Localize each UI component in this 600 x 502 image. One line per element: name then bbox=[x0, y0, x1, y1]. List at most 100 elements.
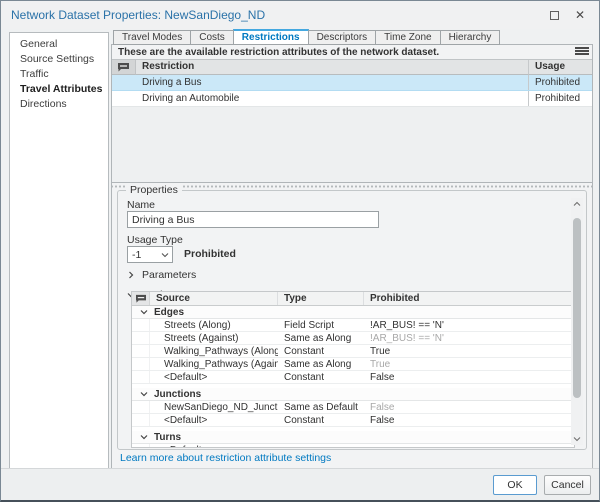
maximize-button[interactable] bbox=[543, 6, 565, 24]
cancel-button[interactable]: Cancel bbox=[544, 475, 591, 495]
evaluator-value: True bbox=[364, 345, 574, 357]
tab-costs[interactable]: Costs bbox=[190, 30, 233, 45]
network-dataset-properties-dialog: Network Dataset Properties: NewSanDiego_… bbox=[0, 0, 600, 502]
evaluator-source: Streets (Against) bbox=[150, 332, 278, 344]
evaluator-row[interactable]: NewSanDiego_ND_Junctions Same as Default… bbox=[132, 401, 574, 414]
evaluator-row[interactable]: Walking_Pathways (Against) Same as Along… bbox=[132, 358, 574, 371]
parameters-expander[interactable]: Parameters bbox=[127, 269, 196, 281]
evaluator-type: Constant bbox=[278, 371, 364, 383]
window-title: Network Dataset Properties: NewSanDiego_… bbox=[11, 8, 265, 22]
tab-time-zone[interactable]: Time Zone bbox=[375, 30, 439, 45]
evaluator-source: Walking_Pathways (Against) bbox=[150, 358, 278, 370]
chevron-down-icon bbox=[140, 308, 148, 316]
evaluator-row[interactable]: <Default> Constant False bbox=[132, 371, 574, 384]
learn-more-link[interactable]: Learn more about restriction attribute s… bbox=[120, 452, 331, 464]
evaluator-source: <Default> bbox=[150, 444, 278, 448]
chevron-right-icon bbox=[127, 271, 135, 279]
evaluator-type: Same as Along bbox=[278, 358, 364, 370]
evaluators-table: Source Type Prohibited Edges Streets (Al… bbox=[131, 291, 575, 448]
row-icon-cell bbox=[132, 444, 150, 448]
scrollbar-thumb[interactable] bbox=[573, 218, 581, 398]
menu-icon[interactable] bbox=[575, 46, 589, 58]
table-row-driving-a-bus[interactable]: Driving a Bus Prohibited bbox=[112, 75, 592, 91]
evaluator-comment-icon bbox=[112, 60, 136, 75]
close-icon: ✕ bbox=[575, 9, 585, 21]
evaluator-row-clipped[interactable]: <Default> bbox=[132, 444, 574, 448]
row-icon-cell bbox=[132, 371, 150, 383]
sidebar-item-traffic[interactable]: Traffic bbox=[10, 67, 108, 82]
restriction-name: Driving a Bus bbox=[136, 75, 528, 90]
chevron-down-icon bbox=[140, 390, 148, 398]
sidebar-item-travel-attributes[interactable]: Travel Attributes bbox=[10, 82, 108, 97]
restrictions-table-header: Restriction Usage bbox=[112, 60, 592, 75]
evaluator-row[interactable]: Streets (Against) Same as Along !AR_BUS!… bbox=[132, 332, 574, 345]
evaluator-source: Streets (Along) bbox=[150, 319, 278, 331]
evaluator-row[interactable]: Walking_Pathways (Along) Constant True bbox=[132, 345, 574, 358]
scroll-down-icon[interactable] bbox=[571, 433, 583, 445]
properties-scrollbar[interactable] bbox=[571, 198, 583, 445]
table-row-driving-an-automobile[interactable]: Driving an Automobile Prohibited bbox=[112, 91, 592, 107]
group-label: Turns bbox=[154, 431, 181, 444]
evaluator-value: !AR_BUS! == 'N' bbox=[364, 319, 574, 331]
sidebar-item-source-settings[interactable]: Source Settings bbox=[10, 52, 108, 67]
usage-type-value: -1 bbox=[132, 249, 141, 261]
row-icon-cell bbox=[112, 75, 136, 90]
usage-type-select[interactable]: -1 bbox=[127, 246, 173, 263]
name-label: Name bbox=[127, 199, 155, 211]
sidebar: General Source Settings Traffic Travel A… bbox=[9, 32, 109, 469]
restrictions-panel: These are the available restriction attr… bbox=[111, 44, 593, 469]
sidebar-item-general[interactable]: General bbox=[10, 37, 108, 52]
evaluator-value bbox=[364, 444, 574, 448]
evaluator-value: False bbox=[364, 401, 574, 413]
properties-legend: Properties bbox=[126, 184, 182, 196]
evaluator-type: Field Script bbox=[278, 319, 364, 331]
splitter-handle[interactable] bbox=[112, 184, 592, 189]
restriction-name: Driving an Automobile bbox=[136, 91, 528, 106]
evaluator-source: <Default> bbox=[150, 371, 278, 383]
evaluator-type: Constant bbox=[278, 345, 364, 357]
usage-type-text: Prohibited bbox=[184, 248, 236, 260]
dialog-footer: OK Cancel bbox=[1, 468, 599, 500]
group-label: Edges bbox=[154, 306, 184, 319]
evaluator-type bbox=[278, 444, 364, 448]
tab-travel-modes[interactable]: Travel Modes bbox=[113, 30, 190, 45]
column-header-type[interactable]: Type bbox=[278, 292, 364, 305]
row-icon-cell bbox=[112, 91, 136, 106]
tab-hierarchy[interactable]: Hierarchy bbox=[440, 30, 501, 45]
chevron-down-icon bbox=[140, 433, 148, 441]
evaluator-type: Same as Default bbox=[278, 401, 364, 413]
titlebar: Network Dataset Properties: NewSanDiego_… bbox=[1, 1, 599, 29]
group-row-edges[interactable]: Edges bbox=[132, 306, 574, 319]
group-row-turns[interactable]: Turns bbox=[132, 431, 574, 444]
properties-groupbox: Properties Name Usage Type -1 Prohibited… bbox=[117, 190, 587, 450]
scroll-up-icon[interactable] bbox=[571, 198, 583, 210]
row-icon-cell bbox=[132, 401, 150, 413]
evaluators-table-header: Source Type Prohibited bbox=[132, 292, 574, 306]
description-row: These are the available restriction attr… bbox=[112, 45, 592, 59]
evaluator-row[interactable]: <Default> Constant False bbox=[132, 414, 574, 427]
row-icon-cell bbox=[132, 358, 150, 370]
column-header-prohibited[interactable]: Prohibited bbox=[364, 292, 574, 305]
group-label: Junctions bbox=[154, 388, 201, 401]
evaluator-value: False bbox=[364, 371, 574, 383]
column-header-restriction[interactable]: Restriction bbox=[136, 60, 528, 75]
evaluator-type: Same as Along bbox=[278, 332, 364, 344]
usage-type-label: Usage Type bbox=[127, 234, 183, 246]
tab-descriptors[interactable]: Descriptors bbox=[309, 30, 376, 45]
name-field[interactable] bbox=[127, 211, 379, 228]
row-icon-cell bbox=[132, 319, 150, 331]
group-row-junctions[interactable]: Junctions bbox=[132, 388, 574, 401]
evaluator-source: <Default> bbox=[150, 414, 278, 426]
column-header-usage[interactable]: Usage bbox=[528, 60, 592, 75]
parameters-label: Parameters bbox=[142, 269, 196, 281]
tab-restrictions[interactable]: Restrictions bbox=[233, 29, 309, 45]
evaluator-row[interactable]: Streets (Along) Field Script !AR_BUS! ==… bbox=[132, 319, 574, 332]
maximize-icon bbox=[550, 11, 559, 20]
evaluator-type: Constant bbox=[278, 414, 364, 426]
close-button[interactable]: ✕ bbox=[569, 6, 591, 24]
ok-button[interactable]: OK bbox=[493, 475, 537, 495]
sidebar-item-directions[interactable]: Directions bbox=[10, 97, 108, 112]
evaluator-comment-icon bbox=[132, 292, 150, 305]
column-header-source[interactable]: Source bbox=[150, 292, 278, 305]
evaluator-source: NewSanDiego_ND_Junctions bbox=[150, 401, 278, 413]
